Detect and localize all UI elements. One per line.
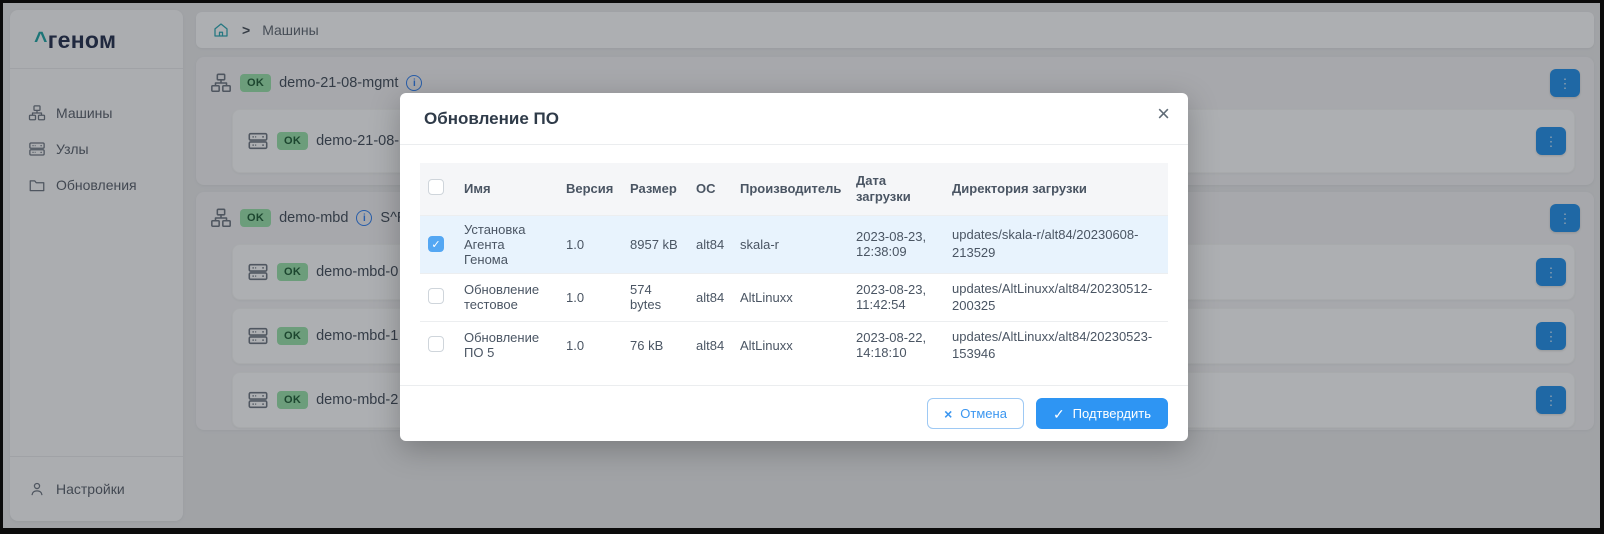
col-header-upload-date: Дата загрузки [848,163,944,215]
confirm-button-label: Подтвердить [1073,406,1151,421]
cancel-button[interactable]: × Отмена [927,398,1024,429]
table-row[interactable]: ✓ Установка Агента Генома 1.0 8957 kB al… [420,215,1168,273]
cell-upload-dir: updates/skala-r/alt84/20230608-213529 [944,215,1168,273]
row-checkbox[interactable] [428,288,444,304]
col-header-upload-dir: Директория загрузки [944,163,1168,215]
cancel-button-label: Отмена [960,406,1007,421]
table-row[interactable]: Обновление тестовое 1.0 574 bytes alt84 … [420,273,1168,321]
cell-vendor: AltLinuxx [732,273,848,321]
cell-vendor: AltLinuxx [732,321,848,369]
col-header-name: Имя [456,163,558,215]
cell-os: alt84 [688,321,732,369]
cell-version: 1.0 [558,273,622,321]
check-icon: ✓ [1053,407,1065,421]
cell-version: 1.0 [558,215,622,273]
col-header-os: ОС [688,163,732,215]
row-checkbox[interactable]: ✓ [428,236,444,252]
modal-footer: × Отмена ✓ Подтвердить [400,385,1188,441]
cross-icon: × [944,407,952,421]
cell-vendor: skala-r [732,215,848,273]
cell-name: Обновление тестовое [456,273,558,321]
table-row[interactable]: Обновление ПО 5 1.0 76 kB alt84 AltLinux… [420,321,1168,369]
cell-upload-dir: updates/AltLinuxx/alt84/20230512-200325 [944,273,1168,321]
app-window: ^геном Машины Узлы Обновления [0,0,1604,534]
screen: ^геном Машины Узлы Обновления [3,3,1600,528]
col-header-version: Версия [558,163,622,215]
confirm-button[interactable]: ✓ Подтвердить [1036,398,1168,429]
cell-upload-dir: updates/AltLinuxx/alt84/20230523-153946 [944,321,1168,369]
row-checkbox[interactable] [428,336,444,352]
cell-upload-date: 2023-08-23, 12:38:09 [848,215,944,273]
cell-name: Обновление ПО 5 [456,321,558,369]
select-all-checkbox[interactable] [428,179,444,195]
cell-size: 574 bytes [622,273,688,321]
cell-size: 76 kB [622,321,688,369]
modal-header: Обновление ПО × [400,93,1188,145]
cell-name: Установка Агента Генома [456,215,558,273]
cell-upload-date: 2023-08-22, 14:18:10 [848,321,944,369]
close-icon[interactable]: × [1157,103,1170,125]
col-header-vendor: Производитель [732,163,848,215]
table-header-row: Имя Версия Размер ОС Производитель Дата … [420,163,1168,215]
cell-os: alt84 [688,215,732,273]
cell-version: 1.0 [558,321,622,369]
cell-size: 8957 kB [622,215,688,273]
cell-upload-date: 2023-08-23, 11:42:54 [848,273,944,321]
col-header-size: Размер [622,163,688,215]
cell-os: alt84 [688,273,732,321]
modal-title: Обновление ПО [424,109,559,129]
modal-body: Имя Версия Размер ОС Производитель Дата … [400,145,1188,385]
updates-table: Имя Версия Размер ОС Производитель Дата … [420,163,1168,369]
software-update-modal: Обновление ПО × Имя Версия Размер [400,93,1188,441]
